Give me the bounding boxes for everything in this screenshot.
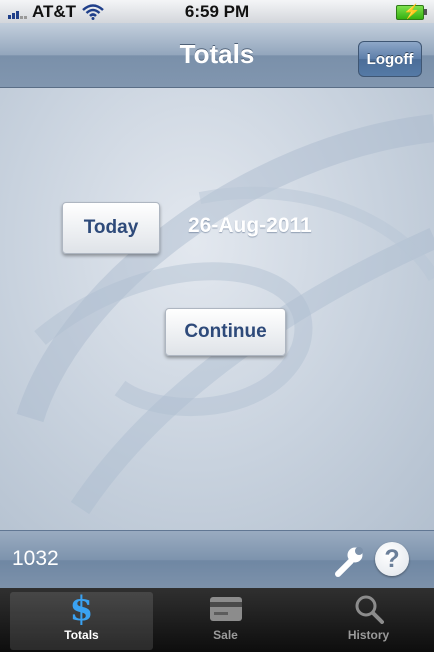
selected-date: 26-Aug-2011 [188, 214, 312, 237]
today-button[interactable]: Today [62, 202, 160, 254]
search-icon [355, 595, 384, 624]
navigation-bar: Totals Logoff [0, 23, 434, 88]
help-icon[interactable]: ? [375, 542, 409, 576]
wrench-icon[interactable] [332, 544, 366, 578]
tab-totals-label: Totals [64, 628, 99, 642]
tab-history[interactable]: History [297, 592, 434, 650]
card-icon [209, 597, 242, 621]
logoff-button[interactable]: Logoff [358, 41, 422, 77]
terminal-id: 1032 [12, 547, 59, 570]
main-content: Today 26-Aug-2011 Continue [0, 88, 434, 530]
tab-totals[interactable]: $ Totals [10, 592, 153, 650]
tab-sale-label: Sale [213, 628, 238, 642]
tab-history-label: History [347, 628, 390, 642]
dollar-icon: $ [69, 589, 94, 629]
status-bar: AT&T 6:59 PM ⚡ [0, 0, 434, 23]
charging-icon: ⚡ [403, 3, 421, 19]
tab-sale[interactable]: Sale [154, 592, 297, 650]
app-screen: AT&T 6:59 PM ⚡ Totals Logoff Today 26-Au… [0, 0, 434, 652]
continue-button[interactable]: Continue [165, 308, 286, 356]
info-bar: 1032 ? [0, 530, 434, 589]
status-time: 6:59 PM [184, 2, 250, 21]
tab-bar: $ Totals Sale History [0, 588, 434, 652]
battery-icon: ⚡ [396, 3, 427, 20]
